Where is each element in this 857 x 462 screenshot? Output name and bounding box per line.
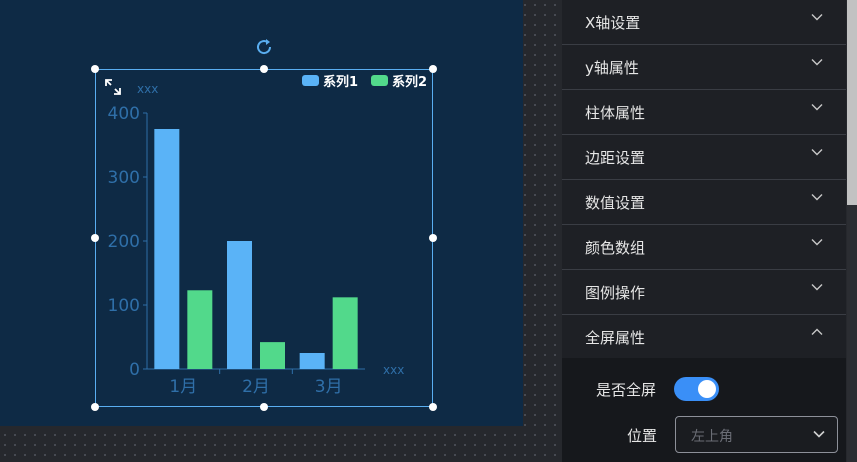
bar-2-2 — [260, 342, 285, 369]
fullscreen-toggle[interactable] — [674, 377, 719, 401]
section-label: 颜色数组 — [585, 239, 646, 257]
section-label: 图例操作 — [585, 284, 646, 302]
bar-2-3 — [332, 297, 358, 369]
x-tick-label: 2月 — [242, 377, 270, 397]
bar-1-2 — [227, 241, 252, 369]
chevron-down-icon — [811, 284, 823, 291]
legend-label: 系列2 — [392, 74, 427, 90]
fullscreen-settings: 是否全屏 位置 左上角 — [562, 358, 846, 462]
y-tick-label: 100 — [108, 296, 140, 316]
chevron-up-icon — [811, 328, 823, 335]
section-header[interactable]: 数值设置 — [562, 180, 846, 225]
section-label: 柱体属性 — [585, 104, 646, 122]
x-tick-label: 1月 — [169, 377, 197, 397]
bar-2-1 — [187, 290, 213, 369]
legend-swatch — [371, 75, 388, 86]
position-select-value: 左上角 — [691, 429, 733, 445]
section-header[interactable]: 颜色数组 — [562, 225, 846, 270]
bar-chart: 0 100 200 300 400 xxx xxx 1月 2月 3月 系列1 系列2 — [108, 74, 428, 397]
y-tick-label: 200 — [108, 232, 140, 252]
position-label: 位置 — [627, 427, 658, 445]
section-label: y轴属性 — [585, 59, 639, 77]
chevron-down-icon — [811, 104, 823, 111]
section-label: 全屏属性 — [585, 329, 646, 347]
section-label: 数值设置 — [585, 194, 646, 212]
fullscreen-toggle-label: 是否全屏 — [596, 381, 657, 399]
chevron-down-icon — [813, 430, 825, 438]
chevron-down-icon — [811, 59, 823, 66]
section-header[interactable]: X轴设置 — [562, 0, 846, 45]
scrollbar-thumb[interactable] — [847, 0, 857, 205]
y-tick-label: 400 — [108, 104, 140, 124]
x-axis-label: xxx — [383, 363, 404, 377]
section-header[interactable]: 柱体属性 — [562, 90, 846, 135]
chevron-down-icon — [811, 149, 823, 156]
y-tick-label: 0 — [129, 360, 140, 380]
chevron-down-icon — [811, 239, 823, 246]
bar-1-1 — [154, 129, 180, 369]
toggle-knob — [698, 380, 716, 398]
section-header[interactable]: 全屏属性 — [562, 315, 846, 360]
properties-panel: 全屏属性 图例操作 颜色数组 数值设置 边距设置 柱体属性 y轴属性 X轴设置 是否全屏 位置… — [562, 0, 846, 462]
bar-1-3 — [299, 353, 325, 369]
section-header[interactable]: 边距设置 — [562, 135, 846, 180]
section-header[interactable]: y轴属性 — [562, 45, 846, 90]
section-header[interactable]: 图例操作 — [562, 270, 846, 315]
position-select[interactable]: 左上角 — [675, 416, 838, 453]
legend-label: 系列1 — [323, 74, 358, 90]
chevron-down-icon — [811, 194, 823, 201]
x-tick-label: 3月 — [315, 377, 343, 397]
chevron-down-icon — [811, 14, 823, 21]
section-label: 边距设置 — [585, 149, 646, 167]
y-tick-label: 300 — [108, 168, 140, 188]
legend-swatch — [302, 75, 319, 86]
y-axis-label: xxx — [137, 82, 158, 96]
section-label: X轴设置 — [585, 14, 641, 32]
